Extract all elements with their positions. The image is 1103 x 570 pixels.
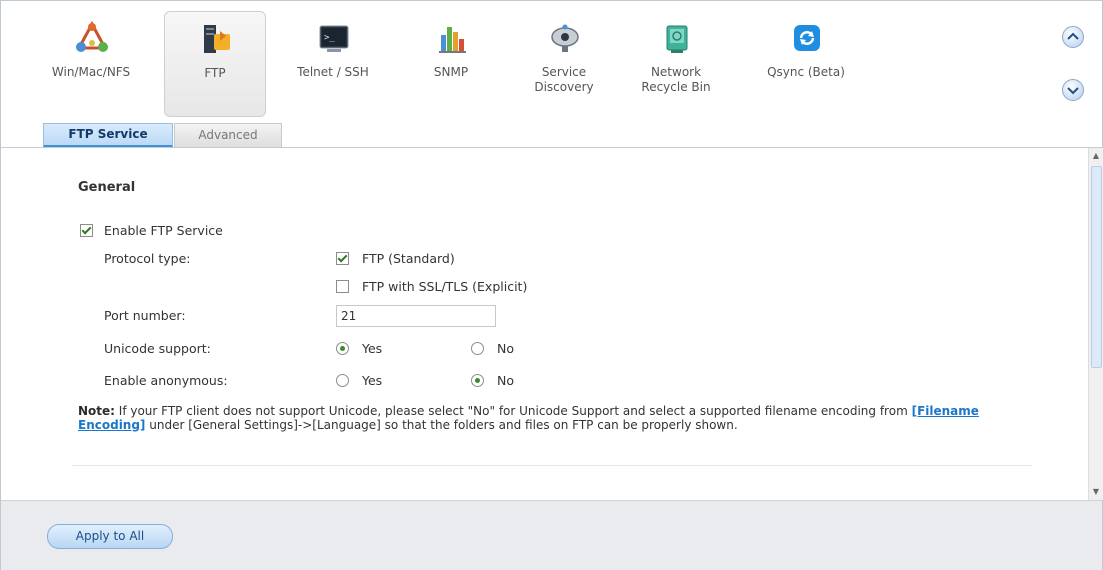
app-label-text: Network Recycle Bin: [641, 65, 711, 94]
anonymous-no-radio[interactable]: [471, 374, 484, 387]
app-label: Telnet / SSH: [297, 65, 369, 79]
enable-ftp-checkbox[interactable]: [80, 224, 93, 237]
ftp-standard-label: FTP (Standard): [362, 251, 455, 266]
app-label: Network Recycle Bin: [626, 65, 726, 95]
anonymous-no-label: No: [497, 373, 514, 388]
ftp-standard-checkbox[interactable]: [336, 252, 349, 265]
scroll-up-button[interactable]: [1062, 26, 1084, 48]
chevron-down-icon: [1067, 87, 1079, 95]
app-label: Qsync (Beta): [767, 65, 845, 79]
sync-icon: [794, 25, 820, 51]
recycle-bin-icon: [666, 25, 688, 53]
protocol-type-label: Protocol type:: [104, 251, 191, 266]
tab-advanced[interactable]: Advanced: [174, 123, 282, 148]
ftp-service-panel: General Enable FTP Service Protocol type…: [1, 148, 1088, 500]
ftp-server-icon: [204, 25, 230, 53]
scroll-down-arrow-icon[interactable]: ▼: [1091, 487, 1101, 497]
unicode-note: Note: If your FTP client does not suppor…: [78, 404, 1038, 432]
content-scrollbar[interactable]: ▲ ▼: [1088, 148, 1103, 500]
app-label: Service Discovery: [514, 65, 614, 95]
unicode-support-label: Unicode support:: [104, 341, 211, 356]
anonymous-yes-radio[interactable]: [336, 374, 349, 387]
unicode-yes-radio[interactable]: [336, 342, 349, 355]
unicode-no-label: No: [497, 341, 514, 356]
satellite-dish-icon: [551, 24, 579, 52]
enable-ftp-label: Enable FTP Service: [104, 223, 223, 238]
tab-ftp-service[interactable]: FTP Service: [43, 123, 173, 148]
footer-bar: Apply to All: [1, 500, 1102, 570]
port-number-label: Port number:: [104, 308, 186, 323]
service-icon-bar: Win/Mac/NFS FTP >_ Telnet / SSH SNMP Ser…: [1, 1, 1102, 148]
note-prefix: Note:: [78, 404, 115, 418]
network-share-icon: [76, 21, 108, 52]
scroll-thumb[interactable]: [1091, 166, 1102, 368]
terminal-icon: >_: [319, 25, 349, 52]
anonymous-yes-label: Yes: [362, 373, 383, 388]
app-win-mac-nfs[interactable]: Win/Mac/NFS: [41, 15, 141, 115]
unicode-yes-label: Yes: [362, 341, 383, 356]
note-text-1: If your FTP client does not support Unic…: [114, 404, 912, 418]
port-number-input[interactable]: 21: [336, 305, 496, 327]
app-service-discovery[interactable]: Service Discovery: [514, 15, 614, 115]
app-snmp[interactable]: SNMP: [401, 15, 501, 115]
section-divider: [72, 465, 1032, 466]
ftp-settings-window: Win/Mac/NFS FTP >_ Telnet / SSH SNMP Ser…: [0, 0, 1103, 570]
section-title: General: [78, 180, 136, 195]
bar-chart-icon: [439, 27, 466, 53]
app-network-recycle-bin[interactable]: Network Recycle Bin: [626, 15, 726, 115]
app-label: SNMP: [433, 65, 469, 79]
enable-anonymous-label: Enable anonymous:: [104, 373, 228, 388]
unicode-no-radio[interactable]: [471, 342, 484, 355]
app-label: Win/Mac/NFS: [51, 65, 131, 79]
note-text-2: under [General Settings]->[Language] so …: [145, 418, 738, 432]
svg-text:>_: >_: [324, 33, 335, 43]
chevron-up-icon: [1067, 32, 1079, 40]
apply-to-all-button[interactable]: Apply to All: [47, 524, 173, 549]
app-qsync[interactable]: Qsync (Beta): [756, 15, 856, 115]
app-label-text: Service Discovery: [534, 65, 594, 94]
scroll-down-button[interactable]: [1062, 79, 1084, 101]
app-ftp[interactable]: FTP: [164, 11, 266, 117]
app-label: FTP: [204, 66, 226, 80]
app-telnet-ssh[interactable]: >_ Telnet / SSH: [283, 15, 383, 115]
scroll-up-arrow-icon[interactable]: ▲: [1091, 151, 1101, 161]
ftp-ssl-label: FTP with SSL/TLS (Explicit): [362, 279, 528, 294]
ftp-ssl-checkbox[interactable]: [336, 280, 349, 293]
